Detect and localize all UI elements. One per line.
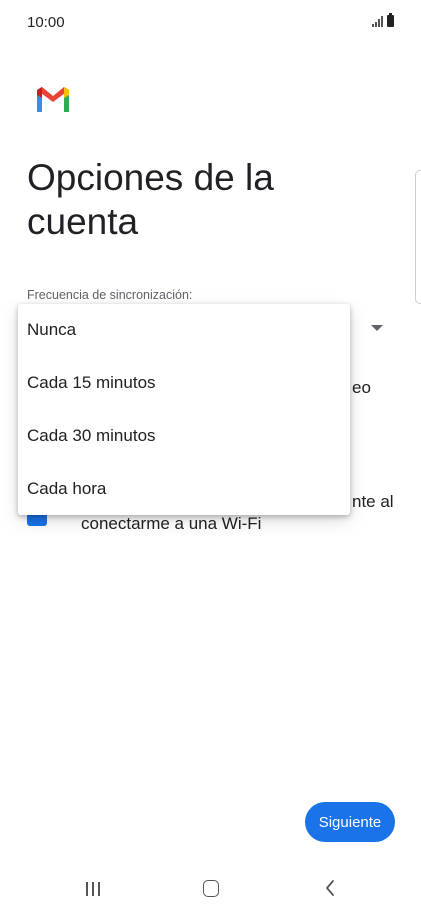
menu-item-never[interactable]: Nunca bbox=[18, 304, 350, 356]
recents-icon[interactable] bbox=[86, 882, 100, 896]
menu-item-hourly[interactable]: Cada hora bbox=[18, 463, 350, 515]
chevron-down-icon[interactable] bbox=[371, 325, 383, 331]
signal-icon bbox=[372, 15, 383, 27]
background-option-text: nte al bbox=[352, 492, 394, 511]
status-icons bbox=[372, 13, 394, 27]
gmail-logo-icon bbox=[37, 87, 69, 112]
battery-icon bbox=[387, 13, 394, 27]
home-icon[interactable] bbox=[203, 880, 219, 897]
status-time: 10:00 bbox=[27, 14, 65, 31]
background-option-text: eo bbox=[352, 378, 371, 397]
next-button[interactable]: Siguiente bbox=[305, 802, 395, 842]
scroll-indicator bbox=[415, 170, 421, 304]
back-icon[interactable] bbox=[325, 879, 335, 897]
menu-item-30-minutes[interactable]: Cada 30 minutos bbox=[18, 410, 350, 462]
menu-item-15-minutes[interactable]: Cada 15 minutos bbox=[18, 357, 350, 409]
wifi-option-label: conectarme a una Wi-Fi bbox=[81, 514, 262, 533]
status-bar: 10:00 bbox=[0, 0, 421, 48]
sync-frequency-label: Frecuencia de sincronización: bbox=[27, 288, 193, 302]
sync-frequency-dropdown-menu: Nunca Cada 15 minutos Cada 30 minutos Ca… bbox=[18, 304, 350, 515]
page-title: Opciones de la cuenta bbox=[27, 157, 274, 242]
navigation-bar bbox=[0, 860, 421, 914]
